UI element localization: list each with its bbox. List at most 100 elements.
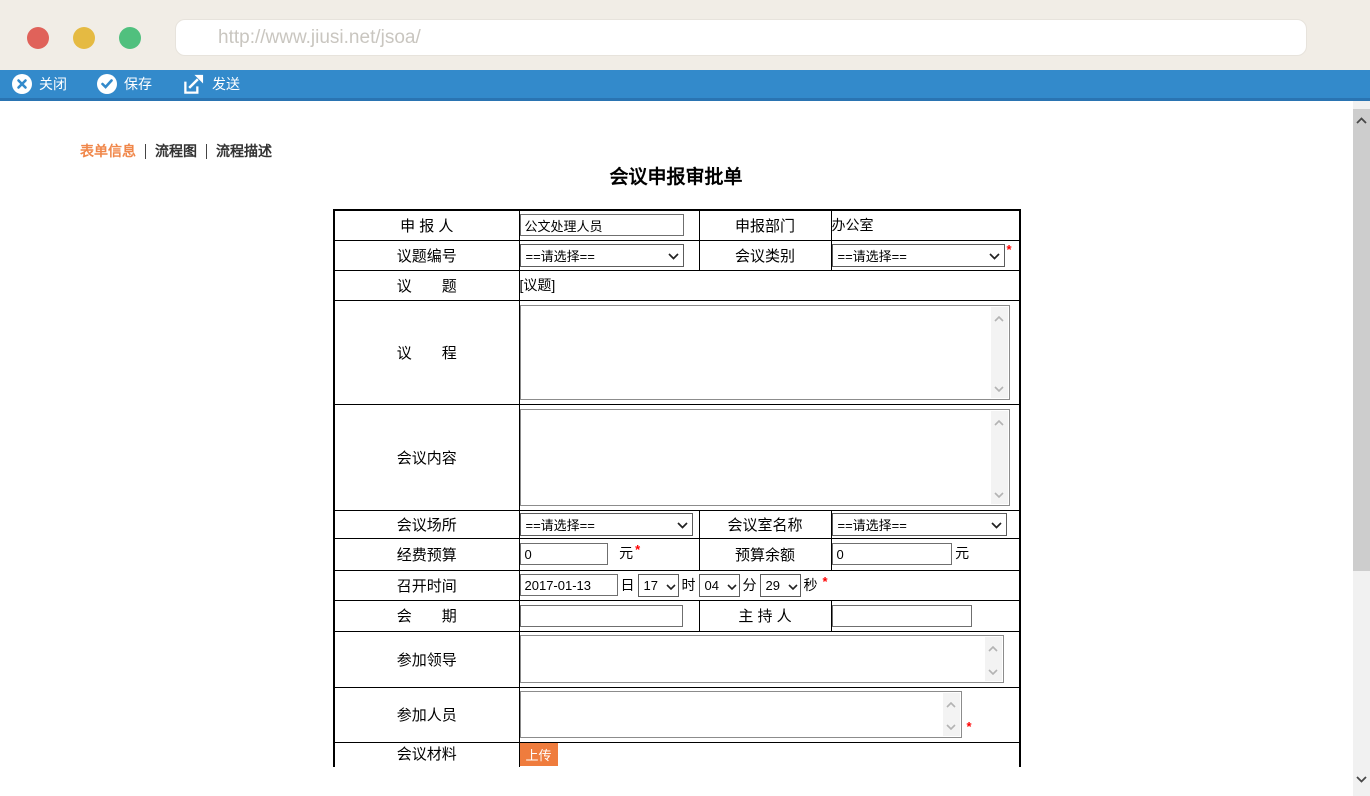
leaders-label: 参加领导: [334, 631, 519, 687]
date-input[interactable]: [520, 574, 618, 596]
send-button-label: 发送: [212, 74, 240, 94]
participants-label: 参加人员: [334, 687, 519, 742]
chevron-down-icon: [666, 578, 676, 593]
chevron-up-icon: [946, 696, 956, 711]
send-icon: [182, 73, 205, 95]
hour-unit: 时: [682, 575, 696, 595]
host-label: 主 持 人: [699, 600, 831, 631]
budget-input[interactable]: [520, 543, 608, 565]
chevron-up-icon: [994, 310, 1004, 325]
venue-label: 会议场所: [334, 510, 519, 538]
action-toolbar: 关闭 保存 发送: [0, 70, 1370, 101]
department-value: 办公室: [831, 210, 1020, 240]
browser-chrome: http://www.jiusi.net/jsoa/: [0, 0, 1370, 70]
venue-select[interactable]: ==请选择==: [520, 513, 693, 536]
hour-select-value: 17: [644, 578, 658, 593]
chevron-down-icon: [991, 517, 1002, 532]
chevron-up-icon: [988, 640, 998, 655]
scrollbar-up-button[interactable]: [1353, 111, 1370, 129]
minute-select[interactable]: 04: [699, 574, 740, 597]
agenda-textarea[interactable]: [520, 305, 1010, 400]
topic-no-select-value: ==请选择==: [526, 246, 595, 265]
balance-input[interactable]: [832, 543, 952, 565]
textarea-scrollbar[interactable]: [943, 693, 960, 736]
second-unit: 秒: [804, 575, 818, 595]
chevron-down-icon: [727, 578, 737, 593]
venue-select-value: ==请选择==: [526, 515, 595, 534]
minute-select-value: 04: [705, 578, 719, 593]
save-button-label: 保存: [124, 74, 152, 94]
required-asterisk: *: [1007, 242, 1012, 257]
chevron-down-icon: [989, 248, 1000, 263]
address-bar[interactable]: http://www.jiusi.net/jsoa/: [175, 19, 1307, 56]
chevron-down-icon: [788, 578, 798, 593]
meeting-form: 申 报 人 申报部门 办公室 议题编号 ==请选择== 会议类别: [333, 209, 1025, 767]
day-unit: 日: [621, 575, 635, 595]
duration-label: 会 期: [334, 600, 519, 631]
tab-separator: [145, 144, 146, 159]
balance-label: 预算余额: [699, 538, 831, 570]
content-label: 会议内容: [334, 404, 519, 510]
duration-input[interactable]: [520, 605, 683, 627]
close-button-label: 关闭: [39, 74, 67, 94]
chevron-down-icon: [946, 718, 956, 733]
host-input[interactable]: [832, 605, 972, 627]
second-select-value: 29: [766, 578, 780, 593]
minute-unit: 分: [743, 575, 757, 595]
save-button[interactable]: 保存: [97, 74, 152, 94]
tab-form-info[interactable]: 表单信息: [80, 141, 136, 161]
check-circle-icon: [97, 74, 117, 94]
chevron-up-icon: [1356, 117, 1367, 124]
window-minimize-button[interactable]: [73, 27, 95, 49]
materials-label: 会议材料: [334, 742, 519, 767]
page-content: 表单信息 流程图 流程描述 会议申报审批单 申 报 人 申报部门 办公室 议题编…: [0, 101, 1353, 796]
participants-textarea[interactable]: [520, 691, 962, 738]
textarea-scrollbar[interactable]: [985, 637, 1002, 681]
window-maximize-button[interactable]: [119, 27, 141, 49]
topic-no-label: 议题编号: [334, 240, 519, 270]
chevron-down-icon: [1356, 776, 1367, 783]
close-circle-icon: [12, 74, 32, 94]
leaders-textarea[interactable]: [520, 635, 1004, 683]
balance-unit: 元: [955, 545, 969, 561]
room-select[interactable]: ==请选择==: [832, 513, 1007, 536]
required-asterisk: *: [967, 719, 972, 734]
chevron-up-icon: [994, 414, 1004, 429]
chevron-down-icon: [677, 517, 688, 532]
textarea-scrollbar[interactable]: [991, 307, 1008, 398]
close-button[interactable]: 关闭: [12, 74, 67, 94]
send-button[interactable]: 发送: [182, 73, 240, 95]
second-select[interactable]: 29: [760, 574, 801, 597]
upload-button[interactable]: 上传: [520, 743, 558, 766]
textarea-scrollbar[interactable]: [991, 411, 1008, 504]
budget-label: 经费预算: [334, 538, 519, 570]
room-label: 会议室名称: [699, 510, 831, 538]
topic-value: [议题]: [519, 270, 1020, 300]
chevron-down-icon: [988, 663, 998, 678]
required-asterisk: *: [635, 542, 640, 557]
scrollbar-down-button[interactable]: [1353, 770, 1370, 788]
time-label: 召开时间: [334, 570, 519, 600]
tab-separator: [206, 144, 207, 159]
topic-no-select[interactable]: ==请选择==: [520, 244, 684, 267]
meeting-type-select[interactable]: ==请选择==: [832, 244, 1005, 267]
topic-label: 议 题: [334, 270, 519, 300]
meeting-type-label: 会议类别: [699, 240, 831, 270]
budget-unit: 元: [619, 545, 633, 561]
agenda-label: 议 程: [334, 300, 519, 404]
chevron-down-icon: [994, 486, 1004, 501]
required-asterisk: *: [823, 574, 828, 589]
scrollbar-thumb[interactable]: [1353, 109, 1370, 571]
content-textarea[interactable]: [520, 409, 1010, 506]
tab-flow-description[interactable]: 流程描述: [216, 141, 272, 161]
tab-flow-chart[interactable]: 流程图: [155, 141, 197, 161]
window-close-button[interactable]: [27, 27, 49, 49]
department-label: 申报部门: [699, 210, 831, 240]
hour-select[interactable]: 17: [638, 574, 679, 597]
meeting-type-select-value: ==请选择==: [838, 246, 907, 265]
page-scrollbar[interactable]: [1353, 101, 1370, 796]
applicant-input[interactable]: [520, 214, 684, 236]
chevron-down-icon: [668, 248, 679, 263]
chevron-down-icon: [994, 380, 1004, 395]
room-select-value: ==请选择==: [838, 515, 907, 534]
